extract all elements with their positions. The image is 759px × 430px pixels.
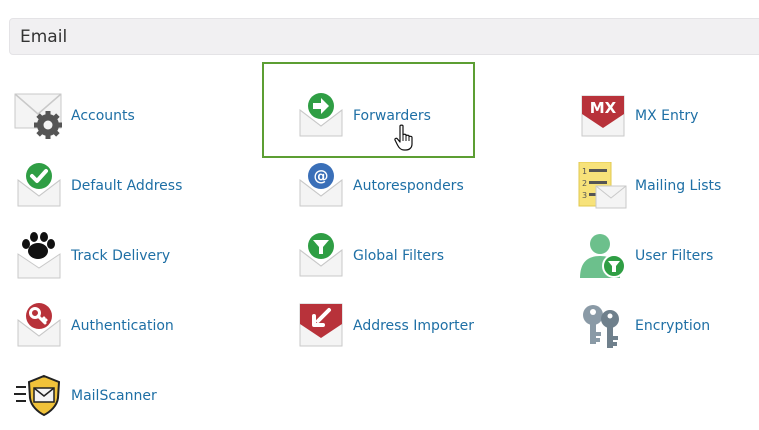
- item-label[interactable]: Forwarders: [353, 106, 431, 126]
- item-label[interactable]: Autoresponders: [353, 176, 464, 196]
- mailing-list-icon: 1 2 3: [578, 161, 628, 212]
- item-user-filters[interactable]: User Filters: [578, 232, 759, 282]
- item-label[interactable]: Default Address: [71, 176, 182, 196]
- item-mailing-lists[interactable]: 1 2 3 Mailing Lists: [578, 161, 759, 212]
- mail-forward-icon: [296, 92, 346, 142]
- section-header-email[interactable]: Email: [9, 18, 759, 55]
- item-label[interactable]: Global Filters: [353, 246, 444, 266]
- item-encryption[interactable]: Encryption: [578, 302, 759, 352]
- item-address-importer[interactable]: Address Importer: [296, 302, 536, 352]
- mail-gear-icon: [14, 92, 64, 142]
- mailscanner-shield-icon: [14, 372, 64, 422]
- item-authentication[interactable]: Authentication: [14, 302, 254, 352]
- item-forwarders[interactable]: Forwarders: [296, 92, 536, 142]
- paw-print-icon: [14, 232, 64, 282]
- keys-icon: [578, 302, 628, 352]
- item-mx-entry[interactable]: MX MX Entry: [578, 92, 759, 142]
- mx-entry-icon: MX: [578, 92, 628, 142]
- mail-import-icon: [296, 302, 346, 352]
- mail-key-icon: [14, 302, 64, 352]
- item-label[interactable]: Track Delivery: [71, 246, 170, 266]
- item-accounts[interactable]: Accounts: [14, 92, 254, 142]
- item-label[interactable]: MX Entry: [635, 106, 698, 126]
- item-label[interactable]: Authentication: [71, 316, 174, 336]
- item-label[interactable]: Address Importer: [353, 316, 474, 336]
- mail-at-icon: @: [296, 162, 346, 212]
- item-default-address[interactable]: Default Address: [14, 162, 254, 212]
- mail-filter-icon: [296, 232, 346, 282]
- hand-pointer-cursor-icon: [394, 124, 416, 152]
- svg-text:3: 3: [582, 191, 587, 200]
- item-autoresponders[interactable]: @ Autoresponders: [296, 162, 536, 212]
- item-label[interactable]: MailScanner: [71, 386, 157, 406]
- svg-text:1: 1: [582, 167, 587, 176]
- item-mailscanner[interactable]: MailScanner: [14, 372, 254, 422]
- item-label[interactable]: User Filters: [635, 246, 713, 266]
- svg-text:@: @: [314, 167, 329, 185]
- item-label[interactable]: Encryption: [635, 316, 710, 336]
- svg-text:MX: MX: [590, 99, 617, 117]
- svg-text:2: 2: [582, 179, 587, 188]
- mail-check-icon: [14, 162, 64, 212]
- section-title: Email: [20, 27, 68, 47]
- item-global-filters[interactable]: Global Filters: [296, 232, 536, 282]
- item-label[interactable]: Accounts: [71, 106, 135, 126]
- item-track-delivery[interactable]: Track Delivery: [14, 232, 254, 282]
- item-label[interactable]: Mailing Lists: [635, 176, 721, 196]
- user-filter-icon: [578, 232, 628, 282]
